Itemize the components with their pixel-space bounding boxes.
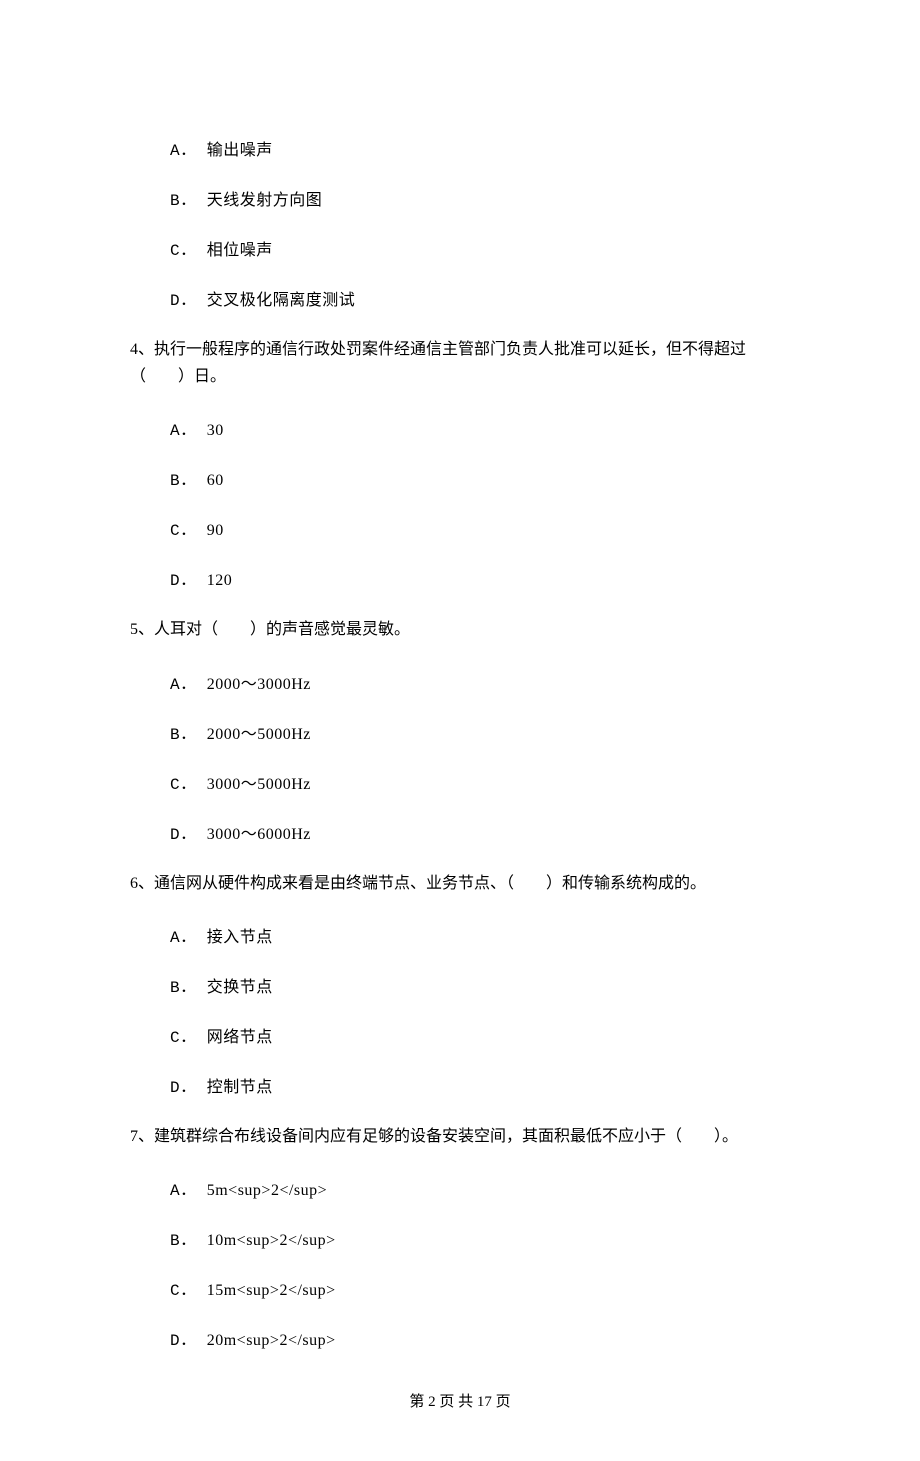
option-letter: A． xyxy=(170,1182,197,1200)
q4-option-D: D． 120 xyxy=(170,566,790,590)
q3-options: A． 输出噪声 B． 天线发射方向图 C． 相位噪声 D． 交叉极化隔离度测试 xyxy=(170,136,790,310)
option-text: 控制节点 xyxy=(207,1079,273,1096)
q7-option-C: C． 15m<sup>2</sup> xyxy=(170,1276,790,1300)
q7-option-D: D． 20m<sup>2</sup> xyxy=(170,1326,790,1350)
option-letter: C． xyxy=(170,1282,197,1300)
q3-option-C: C． 相位噪声 xyxy=(170,236,790,260)
option-text: 10m<sup>2</sup> xyxy=(207,1232,336,1249)
q7-option-B: B． 10m<sup>2</sup> xyxy=(170,1226,790,1250)
option-text: 交叉极化隔离度测试 xyxy=(207,292,356,309)
option-letter: D． xyxy=(170,292,197,310)
q3-option-A: A． 输出噪声 xyxy=(170,136,790,160)
option-letter: D． xyxy=(170,572,197,590)
q5-option-A: A． 2000～3000Hz xyxy=(170,670,790,694)
option-text: 2000～5000Hz xyxy=(207,726,311,743)
option-letter: A． xyxy=(170,142,197,160)
q6-option-D: D． 控制节点 xyxy=(170,1073,790,1097)
option-letter: B． xyxy=(170,979,197,997)
q6-option-C: C． 网络节点 xyxy=(170,1023,790,1047)
option-text: 60 xyxy=(207,472,224,489)
option-text: 20m<sup>2</sup> xyxy=(207,1332,336,1349)
option-text: 5m<sup>2</sup> xyxy=(207,1182,327,1199)
q4-options: A． 30 B． 60 C． 90 D． 120 xyxy=(170,416,790,590)
option-letter: B． xyxy=(170,472,197,490)
option-letter: B． xyxy=(170,1232,197,1250)
option-text: 3000～6000Hz xyxy=(207,826,311,843)
page-content: A． 输出噪声 B． 天线发射方向图 C． 相位噪声 D． 交叉极化隔离度测试 … xyxy=(0,0,920,1461)
option-letter: D． xyxy=(170,1332,197,1350)
q6-option-B: B． 交换节点 xyxy=(170,973,790,997)
option-text: 天线发射方向图 xyxy=(207,192,323,209)
q3-option-D: D． 交叉极化隔离度测试 xyxy=(170,286,790,310)
option-letter: B． xyxy=(170,192,197,210)
q7-stem: 7、建筑群综合布线设备间内应有足够的设备安装空间，其面积最低不应小于（ ）。 xyxy=(130,1123,790,1150)
q4-option-A: A． 30 xyxy=(170,416,790,440)
option-text: 2000～3000Hz xyxy=(207,676,311,693)
q6-option-A: A． 接入节点 xyxy=(170,923,790,947)
q5-option-D: D． 3000～6000Hz xyxy=(170,820,790,844)
q7-options: A． 5m<sup>2</sup> B． 10m<sup>2</sup> C． … xyxy=(170,1176,790,1350)
q5-options: A． 2000～3000Hz B． 2000～5000Hz C． 3000～50… xyxy=(170,670,790,844)
q5-option-C: C． 3000～5000Hz xyxy=(170,770,790,794)
option-letter: A． xyxy=(170,676,197,694)
page-footer: 第 2 页 共 17 页 xyxy=(130,1390,790,1411)
option-text: 交换节点 xyxy=(207,979,273,996)
q3-option-B: B． 天线发射方向图 xyxy=(170,186,790,210)
option-text: 90 xyxy=(207,522,224,539)
q4-option-C: C． 90 xyxy=(170,516,790,540)
option-text: 接入节点 xyxy=(207,929,273,946)
option-letter: A． xyxy=(170,929,197,947)
q5-stem: 5、人耳对（ ）的声音感觉最灵敏。 xyxy=(130,616,790,643)
option-letter: D． xyxy=(170,826,197,844)
option-letter: C． xyxy=(170,1029,197,1047)
option-letter: C． xyxy=(170,242,197,260)
option-letter: B． xyxy=(170,726,197,744)
option-text: 3000～5000Hz xyxy=(207,776,311,793)
option-letter: C． xyxy=(170,522,197,540)
option-text: 网络节点 xyxy=(207,1029,273,1046)
q5-option-B: B． 2000～5000Hz xyxy=(170,720,790,744)
q6-options: A． 接入节点 B． 交换节点 C． 网络节点 D． 控制节点 xyxy=(170,923,790,1097)
option-letter: D． xyxy=(170,1079,197,1097)
option-text: 30 xyxy=(207,422,224,439)
q4-stem: 4、执行一般程序的通信行政处罚案件经通信主管部门负责人批准可以延长，但不得超过（… xyxy=(130,336,790,390)
option-text: 输出噪声 xyxy=(207,142,273,159)
q6-stem: 6、通信网从硬件构成来看是由终端节点、业务节点、（ ）和传输系统构成的。 xyxy=(130,870,790,897)
option-letter: C． xyxy=(170,776,197,794)
option-letter: A． xyxy=(170,422,197,440)
option-text: 相位噪声 xyxy=(207,242,273,259)
q4-option-B: B． 60 xyxy=(170,466,790,490)
option-text: 15m<sup>2</sup> xyxy=(207,1282,336,1299)
option-text: 120 xyxy=(207,572,233,589)
q7-option-A: A． 5m<sup>2</sup> xyxy=(170,1176,790,1200)
